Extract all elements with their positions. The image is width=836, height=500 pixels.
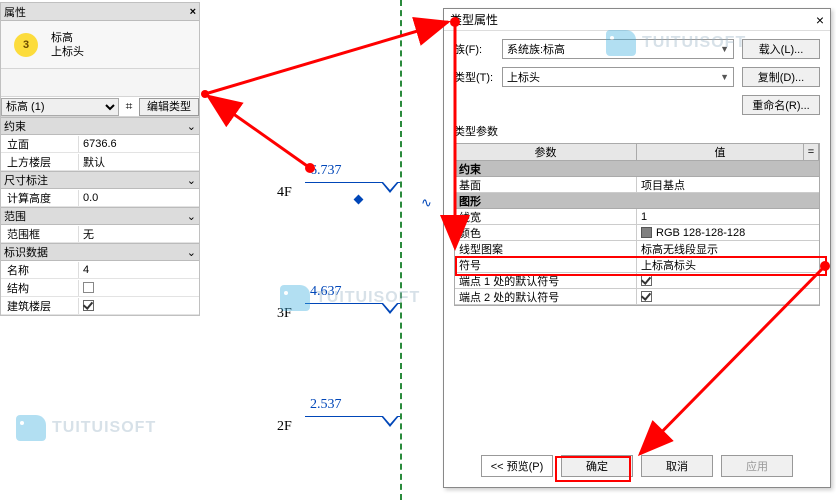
- type-thumb: 3: [1, 33, 51, 57]
- row-upper-val[interactable]: 默认: [79, 154, 199, 170]
- row-color-value[interactable]: RGB 128-128-128: [637, 225, 819, 240]
- section-extent[interactable]: 范围⌄: [1, 207, 199, 225]
- family-label: 族(F):: [454, 41, 502, 57]
- section-dimension[interactable]: 尺寸标注⌄: [1, 171, 199, 189]
- grid-line: [400, 0, 402, 500]
- level-break-icon[interactable]: ∿: [421, 195, 432, 211]
- type-label: 类型(T):: [454, 69, 502, 85]
- edit-type-button[interactable]: 编辑类型: [139, 98, 199, 116]
- spacer: [1, 69, 199, 97]
- row-scope-key: 范围框: [1, 226, 79, 242]
- row-base[interactable]: 基面 项目基点: [455, 177, 819, 193]
- dialog-titlebar[interactable]: 类型属性 ×: [444, 9, 830, 31]
- color-swatch-icon: [641, 227, 652, 238]
- expand-icon: ⌄: [187, 246, 196, 259]
- row-upper-floor[interactable]: 上方楼层 默认: [1, 153, 199, 171]
- row-elevation[interactable]: 立面 6736.6: [1, 135, 199, 153]
- type-value: 上标头: [507, 69, 540, 85]
- rename-row: 重命名(R)...: [454, 95, 820, 115]
- annotation-highlight-box: [455, 256, 827, 276]
- level-2f-value: 2.537: [310, 397, 342, 413]
- type-thumb-text: 标高 上标头: [51, 31, 84, 59]
- copy-button[interactable]: 复制(D)...: [742, 67, 820, 87]
- filter-row: 标高 (1) ⌗ 编辑类型: [1, 97, 199, 117]
- type-row: 类型(T): 上标头 ▼ 复制(D)...: [454, 67, 820, 87]
- row-bldg-key: 建筑楼层: [1, 298, 79, 314]
- row-line-pattern[interactable]: 线型图案 标高无线段显示: [455, 241, 819, 257]
- row-color[interactable]: 颜色 RGB 128-128-128: [455, 225, 819, 241]
- row-scope-val[interactable]: 无: [79, 226, 199, 242]
- watermark: TUITUISOFT: [16, 415, 156, 441]
- row-lineweight[interactable]: 线宽 1: [455, 209, 819, 225]
- logo-icon: [606, 30, 636, 56]
- building-story-checkbox[interactable]: [83, 300, 94, 311]
- expand-icon: ⌄: [187, 120, 196, 133]
- row-name[interactable]: 名称 4: [1, 261, 199, 279]
- preview-button[interactable]: << 预览(P): [481, 455, 553, 477]
- properties-panel: 属性 × 3 标高 上标头 标高 (1) ⌗ 编辑类型 约束⌄ 立面 6736.…: [0, 2, 200, 316]
- logo-icon: [280, 285, 310, 311]
- load-button[interactable]: 载入(L)...: [742, 39, 820, 59]
- drawing-canvas[interactable]: 6.737 4F ∿ 4.637 3F 2.537 2F: [205, 0, 435, 500]
- row-calcht-val[interactable]: 0.0: [79, 192, 199, 204]
- chevron-down-icon: ▼: [720, 72, 729, 82]
- section-constraint[interactable]: 约束: [455, 161, 819, 177]
- row-structural[interactable]: 结构: [1, 279, 199, 297]
- row-scopebox[interactable]: 范围框 无: [1, 225, 199, 243]
- section-constraint[interactable]: 约束⌄: [1, 117, 199, 135]
- expand-icon: ⌄: [187, 210, 196, 223]
- end1-checkbox[interactable]: [641, 275, 652, 286]
- type-params-section: 类型参数 参数 值 = 约束 基面 项目基点 图形 线宽 1: [454, 123, 820, 306]
- annotation-highlight-box: [555, 456, 631, 482]
- type-line2: 上标头: [51, 45, 84, 59]
- row-calc-height[interactable]: 计算高度 0.0: [1, 189, 199, 207]
- row-name-key: 名称: [1, 262, 79, 278]
- row-name-val[interactable]: 4: [79, 264, 199, 276]
- end2-checkbox[interactable]: [641, 291, 652, 302]
- type-line1: 标高: [51, 31, 84, 45]
- properties-title: 属性: [4, 4, 26, 20]
- filter-select[interactable]: 标高 (1): [1, 98, 119, 116]
- row-elevation-val[interactable]: 6736.6: [79, 138, 199, 150]
- grid-header: 参数 值 =: [454, 143, 820, 161]
- col-lock-icon: =: [804, 144, 819, 160]
- row-end2-symbol[interactable]: 端点 2 处的默认符号: [455, 289, 819, 305]
- family-value: 系统族:标高: [507, 41, 565, 57]
- watermark: TUITUISOFT: [606, 30, 746, 56]
- type-thumb-row[interactable]: 3 标高 上标头: [1, 21, 199, 69]
- structural-checkbox[interactable]: [83, 282, 94, 293]
- row-upper-key: 上方楼层: [1, 154, 79, 170]
- row-struct-key: 结构: [1, 280, 79, 296]
- cancel-button[interactable]: 取消: [641, 455, 713, 477]
- rename-button[interactable]: 重命名(R)...: [742, 95, 820, 115]
- row-elevation-key: 立面: [1, 136, 79, 152]
- row-building-story[interactable]: 建筑楼层: [1, 297, 199, 315]
- edit-type-icon[interactable]: ⌗: [119, 99, 139, 114]
- level-head-inner: [383, 182, 397, 190]
- section-graphic[interactable]: 图形: [455, 193, 819, 209]
- level-head-inner: [383, 416, 397, 424]
- type-params-label: 类型参数: [454, 123, 820, 139]
- level-4f-value: 6.737: [310, 163, 342, 179]
- logo-icon: [16, 415, 46, 441]
- dialog-title: 类型属性: [450, 11, 498, 28]
- level-2f-label: 2F: [277, 419, 292, 435]
- close-icon[interactable]: ×: [190, 6, 196, 18]
- level-4f-label: 4F: [277, 185, 292, 201]
- type-select[interactable]: 上标头 ▼: [502, 67, 734, 87]
- close-icon[interactable]: ×: [816, 12, 824, 28]
- level-grip-icon[interactable]: [354, 195, 364, 205]
- row-calcht-key: 计算高度: [1, 190, 79, 206]
- badge-number: 3: [14, 33, 38, 57]
- dialog-buttons: << 预览(P) 确定 取消 应用: [444, 455, 830, 477]
- watermark: TUITUISOFT: [280, 285, 420, 311]
- col-param: 参数: [455, 144, 637, 160]
- col-value: 值: [637, 144, 804, 160]
- apply-button[interactable]: 应用: [721, 455, 793, 477]
- type-params-grid: 约束 基面 项目基点 图形 线宽 1 颜色 RGB 128-128-128: [454, 161, 820, 306]
- expand-icon: ⌄: [187, 174, 196, 187]
- properties-header: 属性 ×: [1, 3, 199, 21]
- section-identity[interactable]: 标识数据⌄: [1, 243, 199, 261]
- type-properties-dialog: 类型属性 × 族(F): 系统族:标高 ▼ 载入(L)... 类型(T): 上标…: [443, 8, 831, 488]
